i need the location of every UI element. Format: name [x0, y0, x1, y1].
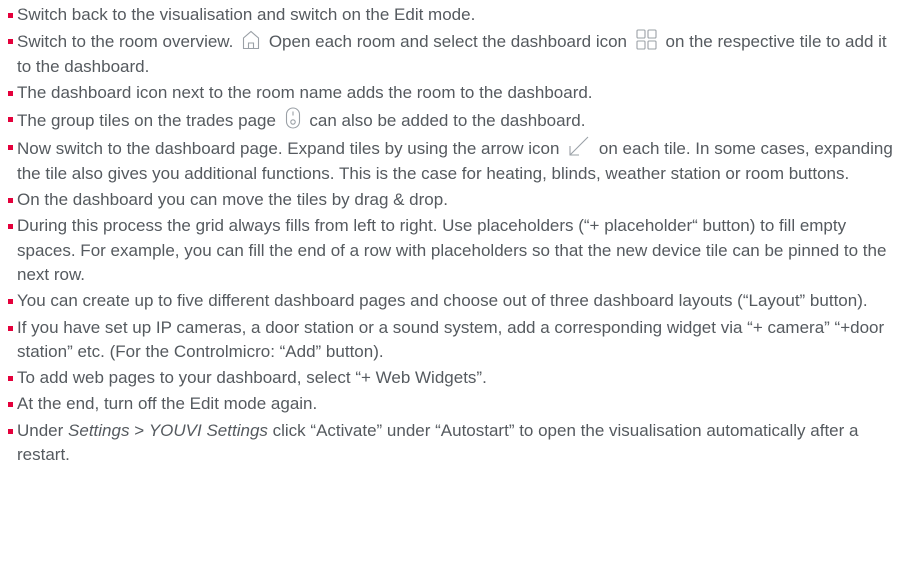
youvi-settings-path-text: YOUVI Settings	[148, 420, 268, 440]
step-text: Now switch to the dashboard page. Expand…	[17, 139, 560, 159]
list-item: You can create up to five different dash…	[8, 289, 902, 314]
step-text: Switch back to the visualisation and swi…	[17, 5, 476, 24]
list-item: Under Settings > YOUVI Settings click “A…	[8, 419, 902, 468]
step-text: To add web pages to your dashboard, sele…	[17, 368, 487, 388]
path-separator: >	[129, 420, 149, 440]
list-item: Now switch to the dashboard page. Expand…	[8, 135, 902, 186]
list-item: On the dashboard you can move the tiles …	[8, 188, 902, 213]
list-item: At the end, turn off the Edit mode again…	[8, 392, 902, 417]
dashboard-grid-icon	[636, 29, 657, 50]
list-item: Switch to the room overview. Open each r…	[8, 29, 902, 79]
expand-arrow-icon	[568, 135, 590, 157]
step-text: Under	[17, 420, 69, 440]
instruction-list: Switch back to the visualisation and swi…	[0, 0, 906, 468]
step-text: Open each room and select the dashboard …	[264, 32, 628, 52]
step-text: During this process the grid always fill…	[17, 216, 887, 285]
step-text: If you have set up IP cameras, a door st…	[17, 317, 885, 362]
step-text: The group tiles on the trades page	[17, 111, 276, 131]
switch-icon	[285, 107, 301, 129]
list-item: To add web pages to your dashboard, sele…	[8, 366, 902, 391]
step-text: On the dashboard you can move the tiles …	[17, 189, 448, 209]
list-item: Switch back to the visualisation and swi…	[8, 3, 902, 28]
step-text: At the end, turn off the Edit mode again…	[17, 394, 318, 414]
step-text: Switch to the room overview.	[17, 32, 234, 52]
settings-path-text: Settings	[68, 420, 130, 440]
instructions-page: Switch back to the visualisation and swi…	[0, 0, 906, 584]
step-text: can also be added to the dashboard.	[309, 111, 586, 131]
list-item: The dashboard icon next to the room name…	[8, 81, 902, 106]
step-text: You can create up to five different dash…	[17, 291, 868, 311]
list-item: The group tiles on the trades page can a…	[8, 107, 902, 134]
list-item: During this process the grid always fill…	[8, 214, 902, 288]
list-item: If you have set up IP cameras, a door st…	[8, 316, 902, 365]
home-icon	[242, 30, 260, 50]
step-text: The dashboard icon next to the room name…	[17, 82, 593, 102]
